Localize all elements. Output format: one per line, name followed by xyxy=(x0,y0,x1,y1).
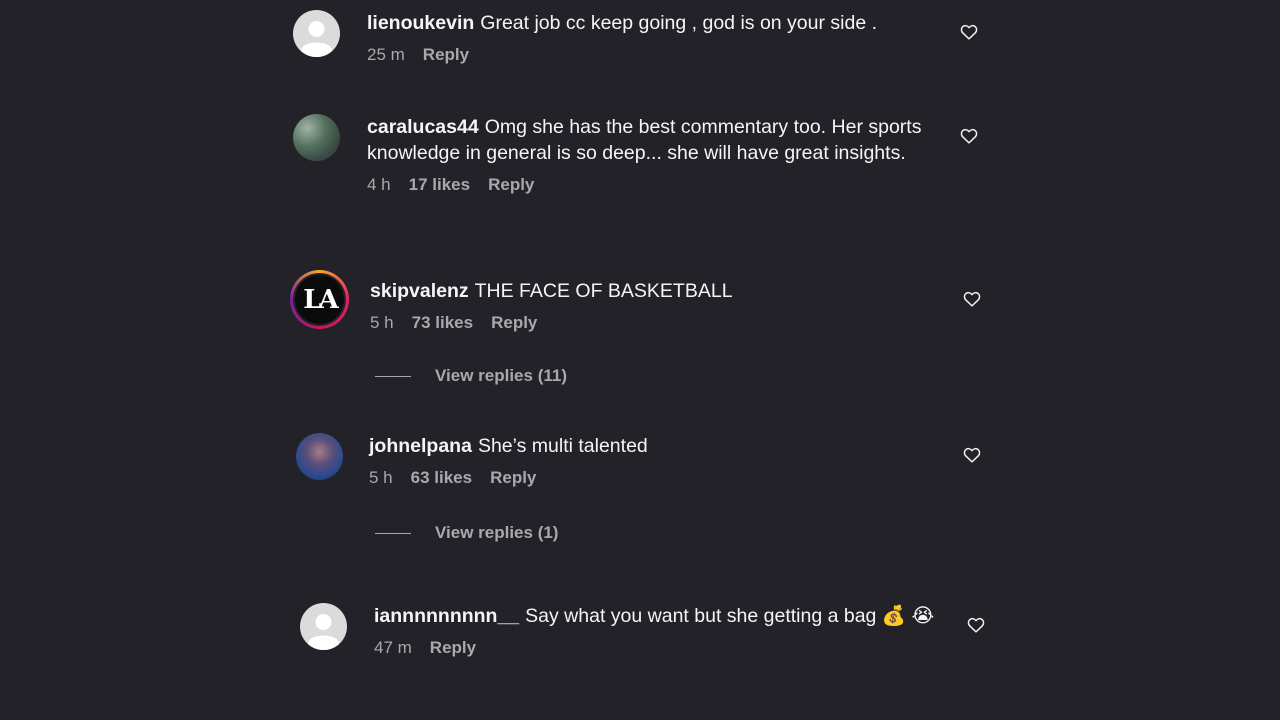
avatar-ring-inner: LA xyxy=(293,273,346,326)
divider-line xyxy=(375,532,411,534)
comment-time[interactable]: 5 h xyxy=(370,313,394,333)
comment-username[interactable]: skipvalenz xyxy=(370,280,469,302)
reply-button[interactable]: Reply xyxy=(491,313,537,333)
view-replies-label[interactable]: View replies (11) xyxy=(435,366,567,386)
comment-text: She’s multi talented xyxy=(477,435,648,457)
comment-time[interactable]: 25 m xyxy=(367,45,405,65)
comment-text-row: johnelpana She’s multi talented xyxy=(369,433,648,459)
comment-username[interactable]: lienoukevin xyxy=(367,12,474,34)
comment-body: skipvalenz THE FACE OF BASKETBALL 5 h 73 … xyxy=(370,278,733,333)
avatar[interactable] xyxy=(296,433,343,480)
heart-icon[interactable] xyxy=(963,291,981,307)
view-replies-button[interactable]: View replies (1) xyxy=(375,523,558,543)
default-user-icon xyxy=(301,21,332,57)
view-replies-label[interactable]: View replies (1) xyxy=(435,523,558,543)
la-logo-icon: LA xyxy=(295,275,344,324)
comment-time[interactable]: 5 h xyxy=(369,468,393,488)
avatar[interactable] xyxy=(293,10,340,57)
heart-icon[interactable] xyxy=(967,617,985,633)
heart-icon[interactable] xyxy=(960,24,978,40)
heart-icon[interactable] xyxy=(960,128,978,144)
comment-meta: 5 h 63 likes Reply xyxy=(369,468,648,488)
avatar[interactable]: LA xyxy=(290,270,349,329)
comment-body: lienoukevin Great job cc keep going , god… xyxy=(367,10,927,65)
comment-text-row: lienoukevin Great job cc keep going , god… xyxy=(367,10,927,36)
comment-time[interactable]: 4 h xyxy=(367,175,391,195)
comment-body: caralucas44 Omg she has the best commenta… xyxy=(367,114,937,195)
comment-meta: 5 h 73 likes Reply xyxy=(370,313,733,333)
avatar[interactable] xyxy=(293,114,340,161)
likes-count[interactable]: 63 likes xyxy=(411,468,472,488)
comment-item: iannnnnnnnn__ Say what you want but she g… xyxy=(300,603,939,658)
reply-button[interactable]: Reply xyxy=(430,638,476,658)
comment-username[interactable]: johnelpana xyxy=(369,435,472,457)
comment-text-row: caralucas44 Omg she has the best commenta… xyxy=(367,114,937,166)
comment-text-row: skipvalenz THE FACE OF BASKETBALL xyxy=(370,278,733,304)
comment-text: THE FACE OF BASKETBALL xyxy=(474,280,733,302)
comment-body: johnelpana She’s multi talented 5 h 63 li… xyxy=(369,433,648,488)
reply-button[interactable]: Reply xyxy=(490,468,536,488)
avatar[interactable] xyxy=(300,603,347,650)
comment-text: Great job cc keep going , god is on your… xyxy=(480,12,878,34)
comment-meta: 25 m Reply xyxy=(367,45,927,65)
comment-meta: 4 h 17 likes Reply xyxy=(367,175,937,195)
likes-count[interactable]: 73 likes xyxy=(412,313,473,333)
default-user-icon xyxy=(308,614,339,650)
likes-count[interactable]: 17 likes xyxy=(409,175,470,195)
heart-icon[interactable] xyxy=(963,447,981,463)
comment-text-row: iannnnnnnnn__ Say what you want but she g… xyxy=(374,603,939,629)
comment-item: johnelpana She’s multi talented 5 h 63 li… xyxy=(296,433,648,488)
comment-body: iannnnnnnnn__ Say what you want but she g… xyxy=(374,603,939,658)
comment-item: lienoukevin Great job cc keep going , god… xyxy=(293,10,927,65)
comment-item: LA skipvalenz THE FACE OF BASKETBALL 5 h … xyxy=(290,270,733,333)
view-replies-button[interactable]: View replies (11) xyxy=(375,366,567,386)
divider-line xyxy=(375,375,411,377)
reply-button[interactable]: Reply xyxy=(488,175,534,195)
comment-username[interactable]: caralucas44 xyxy=(367,116,479,138)
comment-item: caralucas44 Omg she has the best commenta… xyxy=(293,114,937,195)
comment-time[interactable]: 47 m xyxy=(374,638,412,658)
comment-meta: 47 m Reply xyxy=(374,638,939,658)
comments-feed: lienoukevin Great job cc keep going , god… xyxy=(0,0,1280,720)
comment-text: Say what you want but she getting a bag … xyxy=(525,605,935,627)
comment-username[interactable]: iannnnnnnnn__ xyxy=(374,605,519,627)
reply-button[interactable]: Reply xyxy=(423,45,469,65)
